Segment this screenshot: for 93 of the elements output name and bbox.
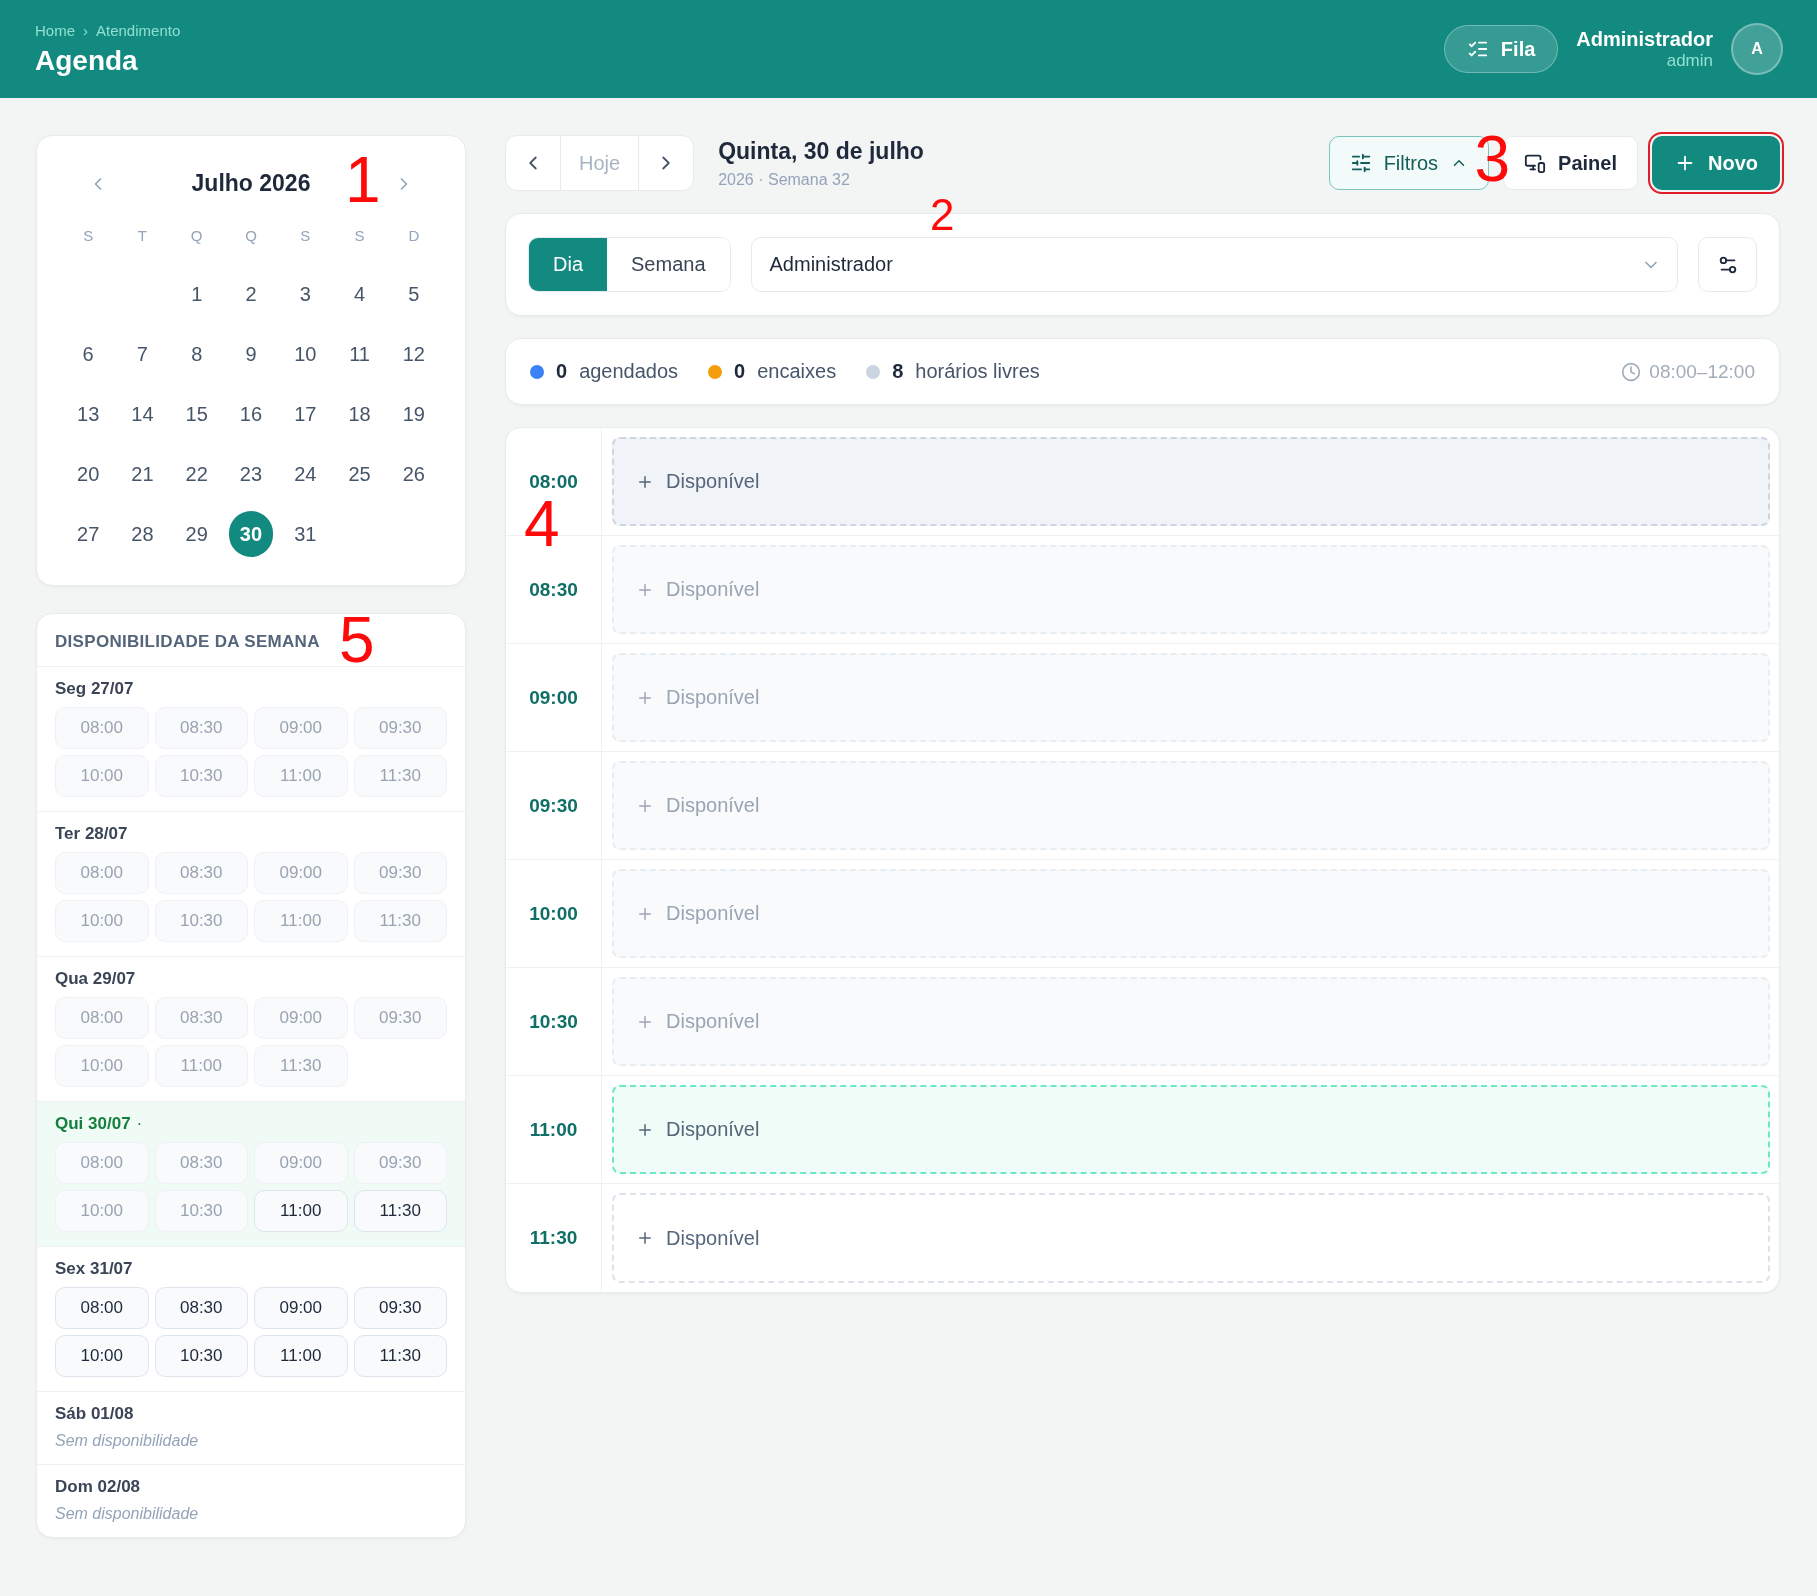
calendar-day[interactable]: 30 [229, 511, 273, 557]
calendar-day[interactable]: 13 [66, 391, 111, 437]
calendar-day[interactable]: 2 [229, 271, 273, 317]
date-title: Quinta, 30 de julho [718, 137, 925, 165]
queue-button[interactable]: Fila [1443, 25, 1559, 73]
time-slot-chip[interactable]: 08:00 [55, 1287, 149, 1329]
summary-label: horários livres [915, 360, 1040, 383]
today-mark: · [136, 1114, 143, 1134]
calendar-day[interactable]: 27 [66, 511, 111, 557]
calendar-day[interactable]: 12 [391, 331, 436, 377]
calendar-day[interactable]: 26 [391, 451, 436, 497]
calendar-day[interactable]: 19 [391, 391, 436, 437]
calendar-day[interactable]: 25 [337, 451, 382, 497]
annotation-number: 1 [345, 148, 381, 212]
calendar-month: Julho 2026 [191, 170, 311, 197]
calendar-day[interactable]: 24 [283, 451, 328, 497]
calendar-day[interactable]: 18 [337, 391, 382, 437]
calendar-day[interactable]: 9 [229, 331, 273, 377]
time-label: 10:30 [506, 968, 602, 1075]
time-slot-chip[interactable]: 09:30 [353, 1287, 447, 1329]
calendar-day[interactable]: 20 [66, 451, 111, 497]
view-tab[interactable]: Dia [529, 238, 607, 291]
calendar-day[interactable]: 10 [283, 331, 328, 377]
calendar-day[interactable]: 17 [283, 391, 328, 437]
date-subtitle: 2026 · Semana 32 [718, 170, 851, 189]
summary-count: 0 [734, 360, 746, 383]
calendar-day[interactable]: 22 [174, 451, 219, 497]
day-label: Seg 27/07 [55, 679, 134, 699]
calendar-day[interactable]: 15 [174, 391, 219, 437]
clock-icon [1621, 361, 1642, 382]
working-hours: 08:00–12:00 [1649, 360, 1755, 383]
weekday-label: S [354, 227, 365, 246]
calendar-day[interactable]: 29 [174, 511, 219, 557]
settings-button[interactable] [1698, 237, 1757, 292]
available-slot[interactable]: Disponível [612, 1193, 1770, 1283]
annotation-number: 2 [930, 195, 955, 235]
summary-label: agendados [579, 360, 679, 383]
weekday-label: S [83, 227, 94, 246]
weekday-label: Q [245, 227, 257, 246]
time-slot-chip[interactable]: 09:00 [254, 1287, 348, 1329]
user-role: admin [1666, 50, 1713, 71]
monitor-phone-icon [1524, 152, 1547, 174]
calendar-day[interactable]: 14 [120, 391, 165, 437]
day-label: Sáb 01/08 [55, 1404, 134, 1424]
calendar-day[interactable]: 6 [66, 331, 111, 377]
day-label: Ter 28/07 [55, 824, 128, 844]
available-slot[interactable]: Disponível [612, 437, 1770, 526]
time-label: 09:00 [506, 644, 602, 751]
weekday-label: D [408, 227, 420, 246]
time-slot-chip[interactable]: 08:30 [154, 1287, 248, 1329]
weekday-label: Q [190, 227, 203, 246]
calendar-day[interactable]: 8 [174, 331, 219, 377]
page-title: Agenda [35, 44, 139, 77]
user-avatar[interactable]: A [1731, 23, 1783, 75]
calendar-day[interactable]: 31 [283, 511, 328, 557]
summary-label: encaixes [757, 360, 837, 383]
annotation-number: 5 [339, 608, 375, 672]
summary-count: 0 [556, 360, 568, 383]
time-slot-chip[interactable]: 11:30 [353, 1190, 447, 1232]
day-label: Qui 30/07 [55, 1114, 131, 1134]
time-label: 11:30 [506, 1184, 602, 1292]
calendar-day[interactable]: 5 [391, 271, 436, 317]
day-label: Qua 29/07 [55, 969, 136, 989]
calendar-day[interactable]: 3 [283, 271, 328, 317]
no-availability-text: Sem disponibilidade [55, 1505, 199, 1522]
time-label: 11:00 [506, 1076, 602, 1183]
no-availability-text: Sem disponibilidade [55, 1432, 199, 1449]
calendar-day[interactable]: 7 [120, 331, 165, 377]
time-slot-chip[interactable]: 10:30 [154, 1335, 248, 1377]
breadcrumb-separator: › [83, 21, 88, 39]
calendar-day[interactable]: 11 [337, 331, 382, 377]
user-name: Administrador [1576, 27, 1713, 51]
plus-icon [636, 1229, 654, 1247]
time-slot-chip[interactable]: 11:30 [353, 1335, 447, 1377]
available-slot[interactable]: Disponível [612, 1085, 1770, 1174]
time-slot-chip[interactable]: 11:00 [254, 1190, 348, 1232]
calendar-day[interactable]: 1 [174, 271, 219, 317]
time-label: 09:30 [506, 752, 602, 859]
weekday-label: T [137, 227, 147, 246]
calendar-day[interactable]: 4 [337, 271, 382, 317]
professional-select[interactable]: Administrador [750, 237, 1678, 292]
calendar-day[interactable]: 16 [229, 391, 273, 437]
summary-count: 8 [892, 360, 904, 383]
time-slot-chip[interactable]: 10:00 [55, 1335, 149, 1377]
weekday-label: S [300, 227, 311, 246]
day-label: Dom 02/08 [55, 1477, 141, 1497]
calendar-day[interactable]: 28 [120, 511, 165, 557]
day-label: Sex 31/07 [55, 1259, 133, 1279]
time-label: 10:00 [506, 860, 602, 967]
calendar-day[interactable]: 23 [229, 451, 273, 497]
calendar-day[interactable]: 21 [120, 451, 165, 497]
time-slot-chip[interactable]: 11:00 [254, 1335, 348, 1377]
sliders-icon [1349, 152, 1372, 174]
